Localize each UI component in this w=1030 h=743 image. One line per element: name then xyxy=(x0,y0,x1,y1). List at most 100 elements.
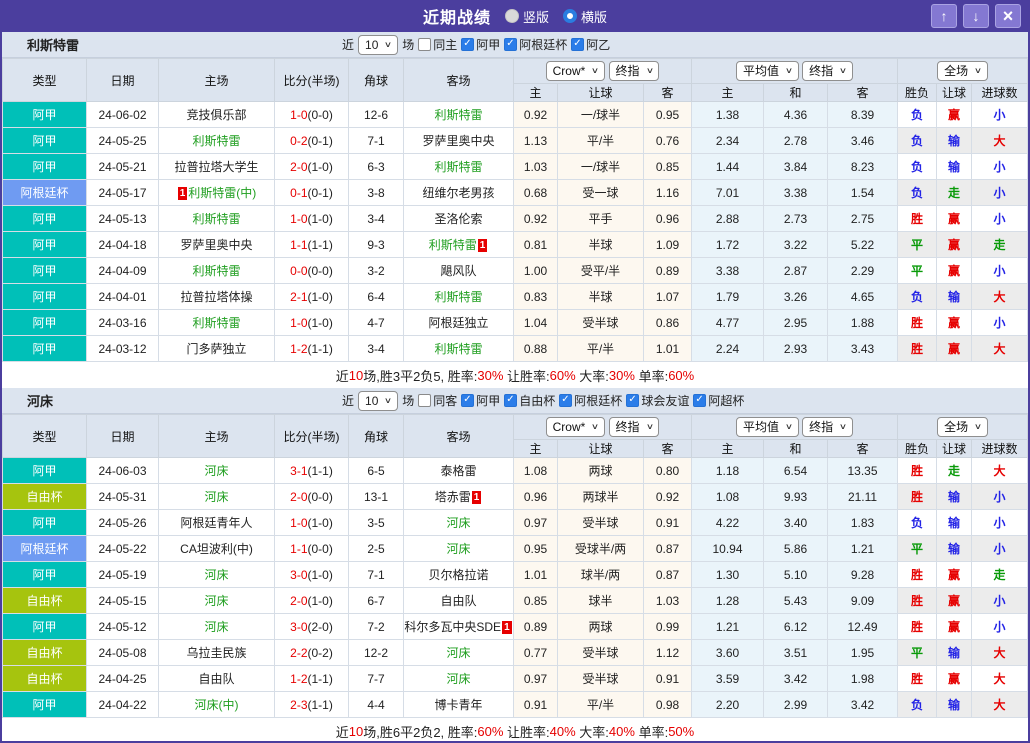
odds-company-select[interactable]: Crow* ∨ xyxy=(545,61,606,81)
recent-label: 近 xyxy=(342,38,355,52)
radio-label[interactable]: 竖版 xyxy=(523,7,549,26)
league-filter-checkbox[interactable]: 阿甲 xyxy=(461,392,500,409)
checkbox-icon[interactable] xyxy=(418,38,432,51)
checkbox-icon[interactable] xyxy=(626,394,640,407)
odds-away: 0.76 xyxy=(643,127,692,154)
avg-home: 1.18 xyxy=(691,457,764,484)
league-filter-checkbox[interactable]: 阿根廷杯 xyxy=(504,36,567,53)
corner-score: 6-5 xyxy=(348,457,404,484)
avg-home: 1.28 xyxy=(691,587,764,614)
subcol-avg-draw: 和 xyxy=(763,439,828,458)
same-home-checkbox[interactable]: 同主 xyxy=(418,36,457,53)
layout-radio-vertical[interactable]: 竖版 xyxy=(504,7,549,26)
league-type-badge: 阿甲 xyxy=(2,153,87,180)
result-goals: 大 xyxy=(971,127,1028,154)
result-goals: 小 xyxy=(971,587,1028,614)
summary-text: 50% xyxy=(668,723,695,739)
score: 1-1(1-1) xyxy=(274,231,349,258)
matches-label: 场 xyxy=(402,38,415,52)
same-away-checkbox[interactable]: 同客 xyxy=(418,392,457,409)
window-controls: ↑ ↓ × xyxy=(931,4,1021,28)
average-final-select[interactable]: 终指 ∨ xyxy=(802,61,854,81)
checkbox-icon[interactable] xyxy=(559,394,573,407)
league-type-badge: 阿甲 xyxy=(2,335,87,362)
away-team: 利斯特雷 xyxy=(403,153,514,180)
column-header-type: 类型 xyxy=(2,414,87,458)
checkbox-icon[interactable] xyxy=(504,394,518,407)
radio-label[interactable]: 横版 xyxy=(581,7,607,26)
match-row: 自由杯 24-04-25 自由队 1-2(1-1) 7-7 河床 0.97 受半球 0.91 3.… xyxy=(2,665,1028,692)
result-handicap: 赢 xyxy=(936,613,973,640)
average-select[interactable]: 平均值 ∨ xyxy=(735,417,799,437)
league-filter-checkbox[interactable]: 自由杯 xyxy=(504,392,555,409)
close-button[interactable]: × xyxy=(995,4,1021,28)
odds-company-select[interactable]: Crow* ∨ xyxy=(545,417,606,437)
league-filter-checkbox[interactable]: 阿超杯 xyxy=(693,392,744,409)
subcol-avg-away: 客 xyxy=(826,83,899,102)
checkbox-icon[interactable] xyxy=(418,394,432,407)
league-filter-checkbox[interactable]: 阿根廷杯 xyxy=(559,392,622,409)
odds-away: 1.16 xyxy=(643,179,692,206)
average-select[interactable]: 平均值 ∨ xyxy=(735,61,799,81)
league-filter-checkbox[interactable]: 阿甲 xyxy=(461,36,500,53)
odds-away: 0.91 xyxy=(643,665,692,692)
column-header-home: 主场 xyxy=(158,414,275,458)
league-type-badge: 自由杯 xyxy=(2,483,87,510)
team-section-header: 利斯特雷 近 10 ∨ 场 同主 阿甲 阿根廷杯 阿乙 xyxy=(2,32,1028,58)
move-down-button[interactable]: ↓ xyxy=(963,4,989,28)
matches-table: 类型 日期 主场 比分(半场) 角球 客场 Crow* ∨ 终指 ∨ 平均值 ∨ 终指… xyxy=(2,414,1028,718)
odds-home: 0.91 xyxy=(513,691,558,718)
odds-final-select[interactable]: 终指 ∨ xyxy=(608,417,660,437)
avg-draw: 3.38 xyxy=(763,179,828,206)
recent-count-select[interactable]: 10 ∨ xyxy=(358,34,399,55)
result-winloss: 胜 xyxy=(897,561,938,588)
chevron-down-icon: ∨ xyxy=(973,66,983,75)
average-final-select[interactable]: 终指 ∨ xyxy=(802,417,854,437)
home-team: 拉普拉塔体操 xyxy=(158,283,275,310)
odds-final-select[interactable]: 终指 ∨ xyxy=(608,61,660,81)
result-winloss: 胜 xyxy=(897,483,938,510)
fulltime-select[interactable]: 全场 ∨ xyxy=(937,61,988,81)
column-header-away: 客场 xyxy=(403,58,514,102)
radio-icon[interactable] xyxy=(563,9,577,23)
odds-away: 0.99 xyxy=(643,613,692,640)
avg-away: 4.65 xyxy=(826,283,899,310)
subcol-odds-away: 客 xyxy=(643,83,692,102)
average-group-header: 平均值 ∨ 终指 ∨ xyxy=(690,414,899,440)
away-team: 圣洛伦索 xyxy=(403,205,514,232)
checkbox-icon[interactable] xyxy=(571,38,585,51)
move-up-button[interactable]: ↑ xyxy=(931,4,957,28)
layout-radio-horizontal[interactable]: 横版 xyxy=(563,7,607,26)
column-header-date: 日期 xyxy=(86,58,159,102)
matches-label: 场 xyxy=(402,394,415,408)
result-winloss: 胜 xyxy=(897,587,938,614)
avg-home: 1.38 xyxy=(691,101,764,128)
league-filter-checkbox[interactable]: 球会友谊 xyxy=(626,392,689,409)
checkbox-icon[interactable] xyxy=(461,394,475,407)
league-filter-checkbox[interactable]: 阿乙 xyxy=(571,36,610,53)
corner-score: 6-7 xyxy=(348,587,404,614)
result-winloss: 负 xyxy=(897,179,938,206)
checkbox-icon[interactable] xyxy=(504,38,518,51)
summary-text: 60% xyxy=(668,367,695,383)
result-handicap: 赢 xyxy=(936,335,973,362)
avg-away: 1.54 xyxy=(826,179,899,206)
odds-away: 0.91 xyxy=(643,509,692,536)
checkbox-icon[interactable] xyxy=(693,394,707,407)
fulltime-select[interactable]: 全场 ∨ xyxy=(937,417,988,437)
odds-away: 0.98 xyxy=(643,691,692,718)
result-handicap: 赢 xyxy=(936,561,973,588)
result-winloss: 负 xyxy=(897,153,938,180)
recent-count-select[interactable]: 10 ∨ xyxy=(358,390,399,411)
avg-draw: 5.43 xyxy=(763,587,828,614)
odds-home: 0.89 xyxy=(513,613,558,640)
avg-home: 1.44 xyxy=(691,153,764,180)
checkbox-icon[interactable] xyxy=(461,38,475,51)
avg-home: 10.94 xyxy=(691,535,764,562)
radio-icon[interactable] xyxy=(504,9,519,23)
match-row: 阿甲 24-05-25 利斯特雷 0-2(0-1) 7-1 罗萨里奥中央 1.13 平/半 0.… xyxy=(2,127,1028,154)
result-winloss: 胜 xyxy=(897,309,938,336)
column-header-type: 类型 xyxy=(2,58,87,102)
result-handicap: 输 xyxy=(936,509,973,536)
score: 2-0(0-0) xyxy=(274,483,349,510)
